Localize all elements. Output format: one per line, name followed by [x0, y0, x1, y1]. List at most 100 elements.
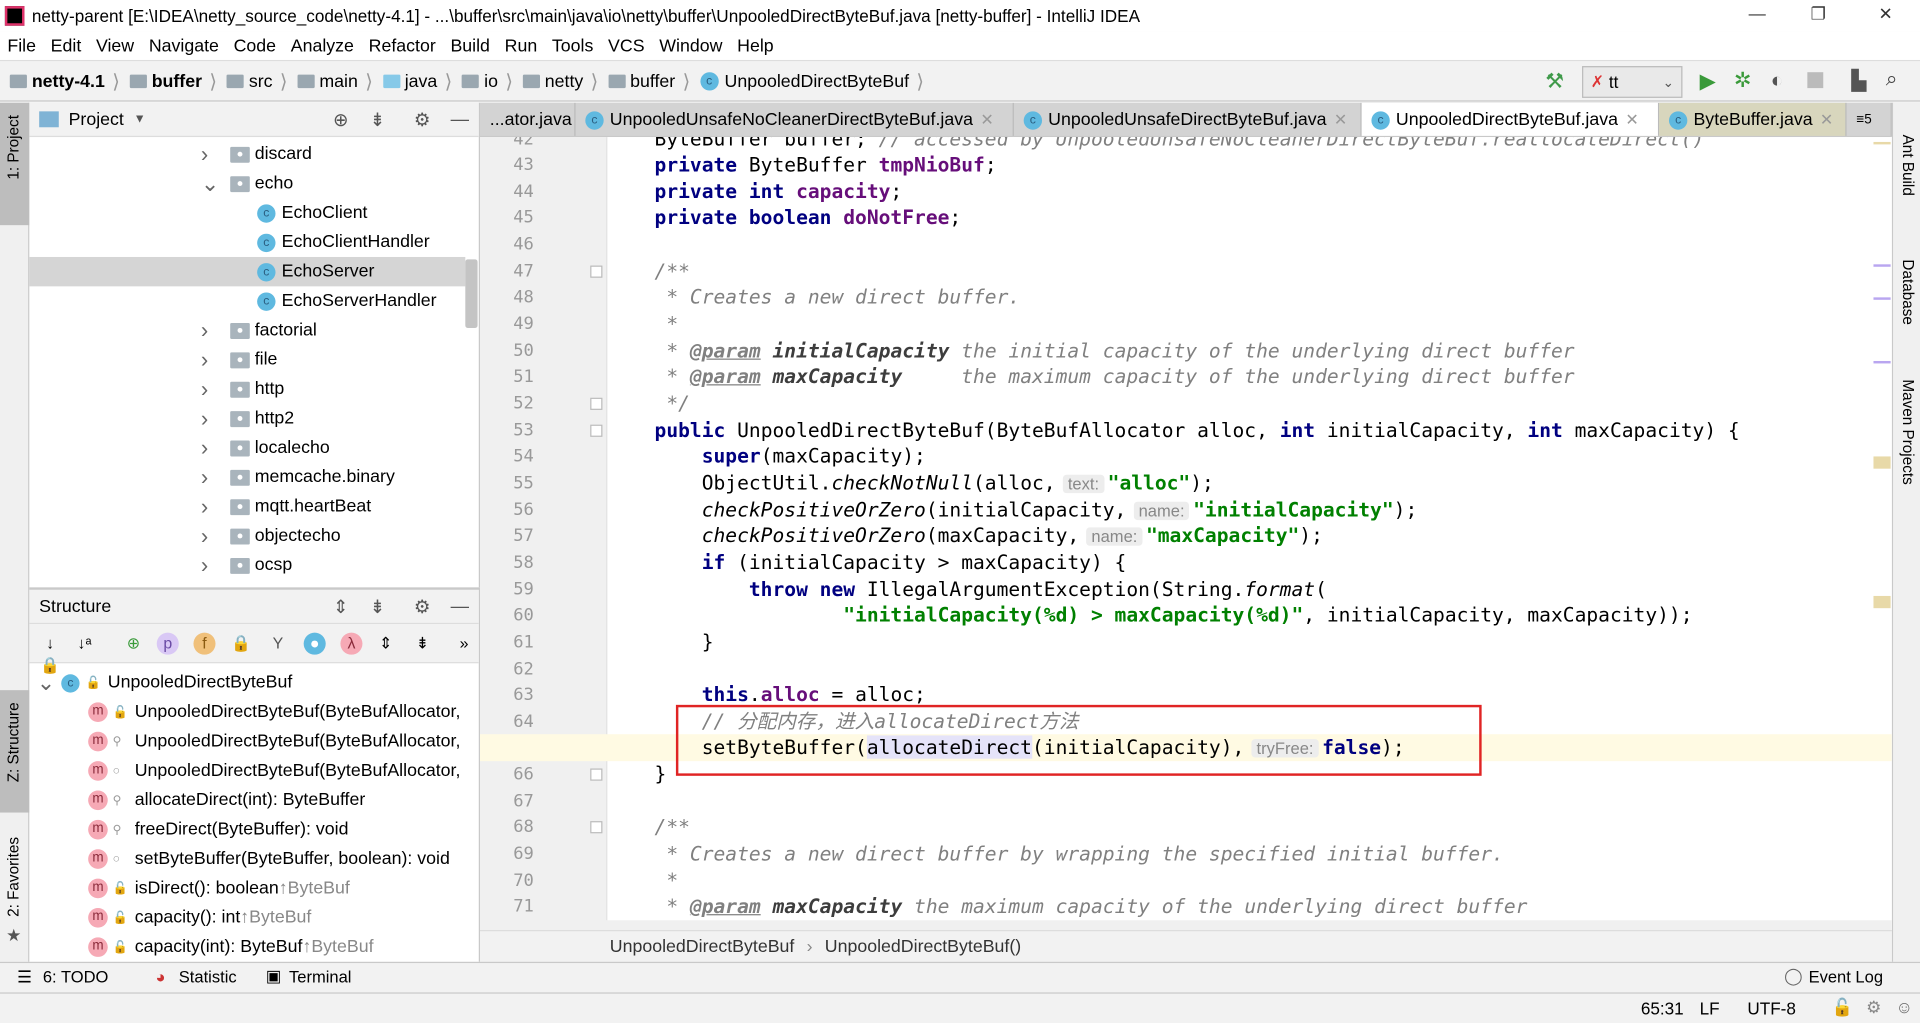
gear-icon[interactable]: ⚙ — [414, 109, 430, 131]
chevron-right-icon[interactable]: › — [201, 494, 208, 520]
stop-icon[interactable] — [1807, 72, 1824, 89]
fold-marker-icon[interactable] — [590, 265, 603, 278]
menu-tools[interactable]: Tools — [552, 36, 593, 56]
error-stripe-mark[interactable] — [1873, 297, 1891, 300]
menu-vcs[interactable]: VCS — [608, 36, 645, 56]
tree-item[interactable]: › ocsp — [29, 551, 465, 580]
tree-item[interactable]: › http2 — [29, 404, 465, 433]
structure-item[interactable]: m 🔓 capacity(int): ByteBuf ↑ByteBuf — [29, 932, 465, 961]
hide-icon[interactable]: — — [451, 109, 469, 130]
run-config-select[interactable]: ✗ tt ⌄ — [1582, 66, 1683, 98]
menu-build[interactable]: Build — [450, 36, 489, 56]
event-log-tool-button[interactable]: Event Log — [1809, 968, 1883, 986]
fold-marker-icon[interactable] — [590, 821, 603, 834]
tree-item[interactable]: c EchoServer — [29, 256, 466, 287]
inspector-icon[interactable]: ☺ — [1896, 997, 1914, 1017]
close-tab-icon[interactable]: ✕ — [1820, 110, 1833, 130]
chevron-right-icon[interactable]: › — [201, 464, 208, 490]
error-stripe-mark[interactable] — [1873, 456, 1891, 469]
hide-icon[interactable]: — — [451, 596, 469, 617]
error-stripe-mark[interactable] — [1873, 264, 1891, 267]
show-fields-icon[interactable]: f — [193, 632, 216, 655]
tree-item[interactable]: c EchoClientHandler — [29, 228, 465, 257]
tree-item[interactable]: c EchoServerHandler — [29, 286, 465, 315]
statistic-tool-button[interactable]: Statistic — [179, 968, 237, 986]
minimize-button[interactable]: — — [1739, 4, 1776, 24]
structure-item[interactable]: m ⚲ freeDirect(ByteBuffer): void — [29, 815, 465, 844]
project-tool-button[interactable]: 1: Project — [5, 115, 22, 180]
chevron-right-icon[interactable]: › — [201, 318, 208, 344]
error-stripe-mark[interactable] — [1873, 595, 1891, 609]
menu-help[interactable]: Help — [737, 36, 774, 56]
collapse-all-icon[interactable]: ⇟ — [370, 596, 385, 618]
breadcrumb-item[interactable]: buffer ⟩ — [608, 69, 690, 93]
caret-position[interactable]: 65:31 — [1641, 999, 1684, 1019]
tree-item[interactable]: c EchoClient — [29, 198, 465, 227]
show-properties-icon[interactable]: p — [156, 632, 179, 655]
tree-item[interactable]: › objectecho — [29, 521, 465, 550]
structure-item[interactable]: m ○ UnpooledDirectByteBuf(ByteBufAllocator… — [29, 756, 465, 785]
chevron-down-icon[interactable]: ▼ — [134, 113, 146, 126]
lock-icon[interactable]: 🔓 — [1832, 997, 1853, 1018]
collapse-all-icon[interactable]: ⇟ — [370, 109, 385, 131]
menu-refactor[interactable]: Refactor — [369, 36, 436, 56]
menu-edit[interactable]: Edit — [51, 36, 82, 56]
structure-item[interactable]: m ⚲ allocateDirect(int): ByteBuffer — [29, 786, 465, 815]
show-inherited-icon[interactable]: ⊕ — [122, 633, 144, 655]
chevron-right-icon[interactable]: › — [201, 141, 208, 167]
tree-item[interactable]: › http — [29, 374, 465, 403]
gear-icon[interactable]: ⚙ — [414, 596, 430, 618]
structure-tool-button[interactable]: Z: Structure — [5, 702, 22, 782]
chevron-right-icon[interactable]: › — [201, 406, 208, 432]
todo-tool-button[interactable]: 6: TODO — [43, 968, 109, 986]
breadcrumb-item[interactable]: main ⟩ — [297, 69, 373, 93]
database-tool-button[interactable]: Database — [1899, 259, 1916, 324]
close-tab-icon[interactable]: ✕ — [980, 110, 993, 130]
project-structure-icon[interactable]: ▙ — [1851, 69, 1866, 93]
close-tab-icon[interactable]: ✕ — [1625, 110, 1638, 130]
favorites-tool-button[interactable]: 2: Favorites — [5, 837, 22, 917]
horizontal-scrollbar[interactable] — [480, 920, 1892, 931]
ant-build-tool-button[interactable]: Ant Build — [1899, 135, 1916, 196]
expand-all-icon[interactable]: ⇕ — [375, 633, 397, 655]
menu-window[interactable]: Window — [659, 36, 722, 56]
close-tab-icon[interactable]: ✕ — [1334, 110, 1347, 130]
run-icon[interactable]: ▶ — [1700, 70, 1716, 94]
show-lambdas-circle-icon[interactable]: ● — [303, 632, 326, 655]
more-icon[interactable]: » — [453, 633, 475, 655]
code-editor[interactable]: 42 43 44 45 46 47 48 49 50 51 52 53 54 55 56 57 58 59 60 61… — [480, 137, 1892, 931]
breadcrumb-method[interactable]: UnpooledDirectByteBuf() — [825, 937, 1021, 957]
menu-view[interactable]: View — [96, 36, 134, 56]
chevron-right-icon[interactable]: › — [201, 553, 208, 579]
menu-code[interactable]: Code — [234, 36, 276, 56]
tree-item[interactable]: › file — [29, 345, 465, 374]
menu-navigate[interactable]: Navigate — [149, 36, 219, 56]
fold-marker-icon[interactable] — [590, 397, 603, 410]
lambda-icon[interactable]: λ — [340, 632, 363, 655]
chevron-right-icon[interactable]: › — [201, 376, 208, 402]
project-view-selector[interactable]: Project — [69, 110, 124, 130]
tree-item[interactable]: ⌄ echo — [29, 169, 465, 198]
breadcrumb-class[interactable]: UnpooledDirectByteBuf — [610, 937, 795, 957]
tree-item[interactable]: › localecho — [29, 433, 465, 462]
search-icon[interactable]: ⌕ — [1886, 67, 1898, 91]
fold-marker-icon[interactable] — [590, 424, 603, 437]
editor-tab[interactable]: c UnpooledUnsafeDirectByteBuf.java ✕ — [1014, 102, 1362, 136]
error-stripe-mark[interactable] — [1873, 141, 1891, 145]
tree-item[interactable]: › discard — [29, 140, 465, 169]
structure-root[interactable]: ⌄ c 🔓 UnpooledDirectByteBuf — [29, 668, 465, 697]
show-non-public-icon[interactable]: 🔒 — [230, 633, 252, 655]
fold-marker-icon[interactable] — [590, 768, 603, 781]
chevron-right-icon[interactable]: › — [201, 347, 208, 373]
menu-analyze[interactable]: Analyze — [291, 36, 354, 56]
editor-tab[interactable]: c UnpooledDirectByteBuf.java ✕ — [1361, 102, 1660, 136]
tree-item[interactable]: › memcache.binary — [29, 463, 465, 492]
chevron-right-icon[interactable]: › — [201, 523, 208, 549]
breadcrumb-item[interactable]: netty ⟩ — [522, 69, 598, 93]
project-scrollbar[interactable] — [465, 259, 478, 328]
sort-alphabetically-icon[interactable]: ↓ᵃ — [73, 633, 95, 655]
settings-icon[interactable]: ⚙ — [1866, 997, 1881, 1018]
chevron-down-icon[interactable]: ⌄ — [201, 171, 219, 197]
breadcrumb-item[interactable]: src ⟩ — [226, 69, 288, 93]
debug-icon[interactable]: ✲ — [1734, 69, 1751, 93]
